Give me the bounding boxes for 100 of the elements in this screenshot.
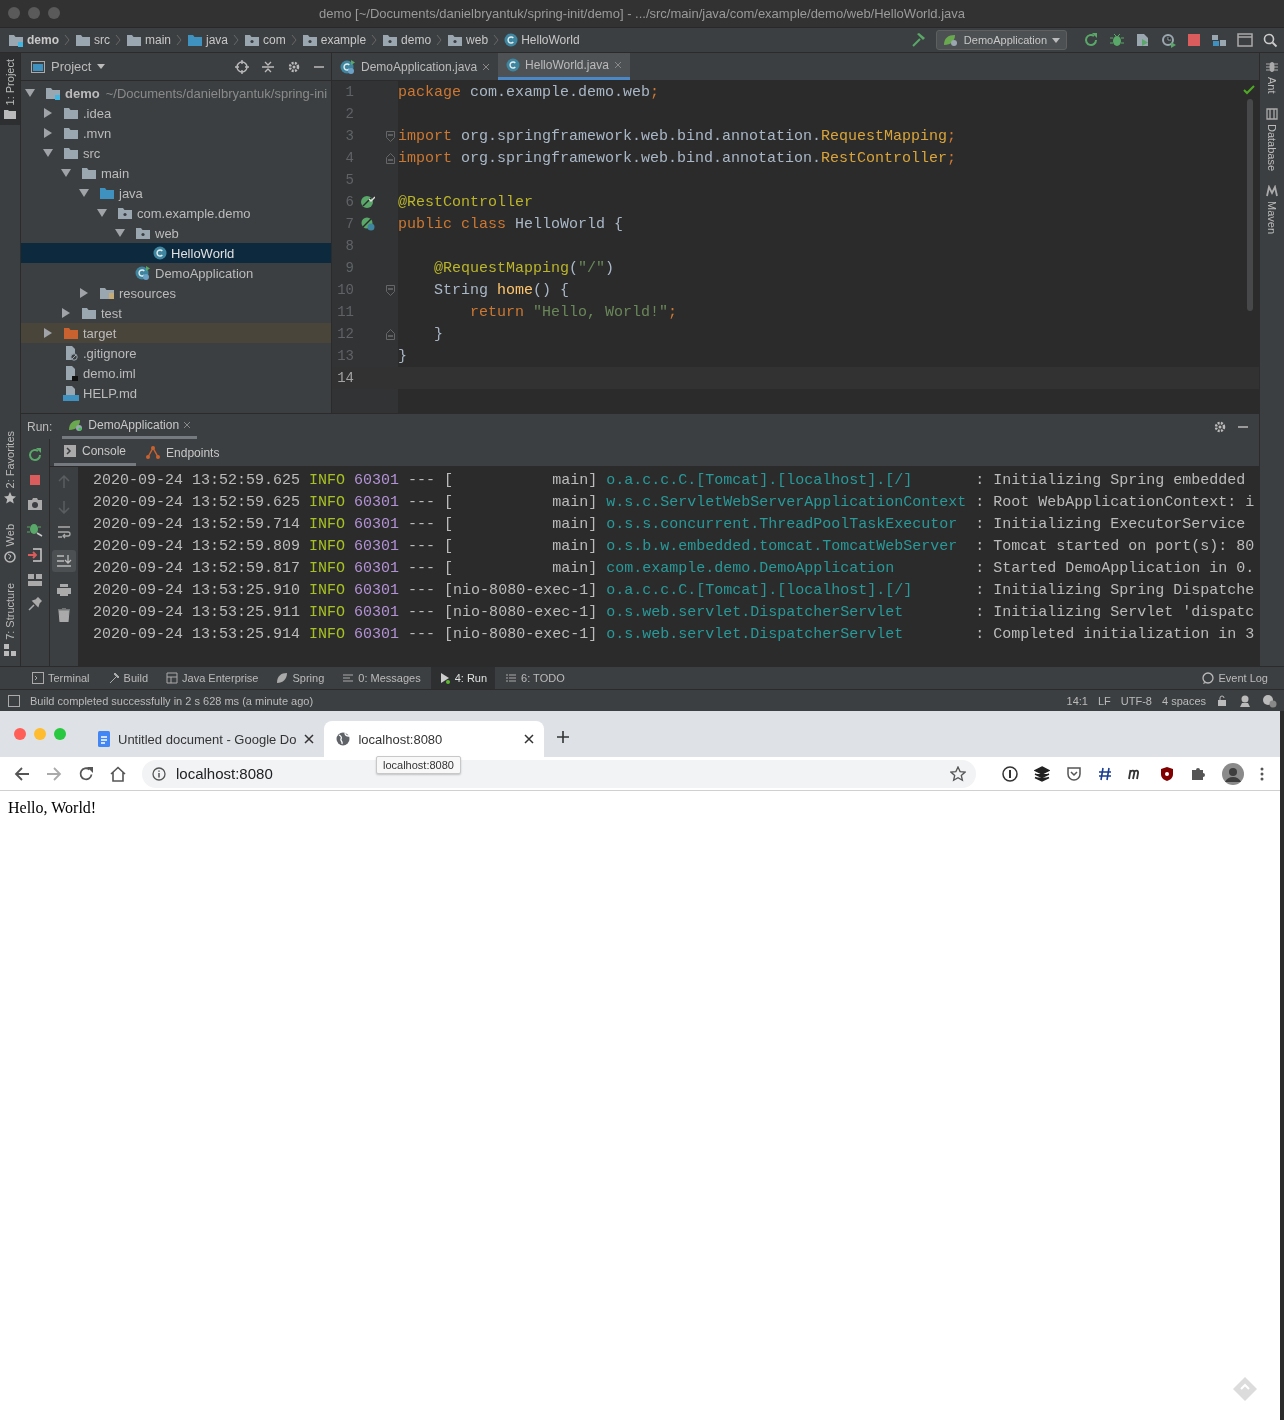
tool-window-tab[interactable]: Spring: [268, 667, 333, 689]
info-icon[interactable]: [152, 766, 166, 781]
expanded-arrow-icon[interactable]: [97, 208, 107, 218]
rerun-icon[interactable]: [27, 447, 43, 463]
tool-window-tab[interactable]: 4: Run: [430, 667, 496, 689]
fold-marker-icon[interactable]: [385, 130, 395, 142]
breadcrumb[interactable]: com: [244, 33, 286, 47]
expanded-arrow-icon[interactable]: [79, 188, 89, 198]
camera-icon[interactable]: [27, 497, 43, 511]
breadcrumb[interactable]: main: [126, 33, 172, 47]
reload-icon[interactable]: [78, 765, 94, 782]
indent-setting[interactable]: 4 spaces: [1161, 694, 1206, 707]
lock-icon[interactable]: [1216, 694, 1228, 707]
scroll-to-end-icon[interactable]: [52, 550, 76, 572]
expanded-arrow-icon[interactable]: [25, 88, 35, 98]
notifications-icon[interactable]: [1262, 693, 1278, 708]
star-icon[interactable]: [950, 765, 966, 782]
tree-item[interactable]: .idea: [21, 103, 331, 123]
project-view-dropdown[interactable]: Project: [31, 59, 106, 74]
settings-icon[interactable]: [287, 59, 301, 74]
stop-icon[interactable]: [1187, 33, 1201, 47]
tool-window-tab[interactable]: 0: Messages: [334, 667, 429, 689]
pin-icon[interactable]: [28, 597, 42, 611]
expanded-arrow-icon[interactable]: [115, 228, 125, 238]
expanded-arrow-icon[interactable]: [43, 148, 53, 158]
breadcrumb[interactable]: HelloWorld: [504, 33, 580, 47]
tree-item[interactable]: .gitignore: [21, 343, 331, 363]
forward-icon[interactable]: [46, 765, 62, 782]
back-icon[interactable]: [14, 765, 30, 782]
coverage-icon[interactable]: [1135, 32, 1151, 48]
scrollbar[interactable]: [1247, 99, 1253, 311]
tree-item[interactable]: HelloWorld: [21, 243, 331, 263]
collapsed-arrow-icon[interactable]: [43, 108, 53, 118]
tool-window-tab[interactable]: 7: Structure: [0, 576, 20, 662]
close-window-button[interactable]: [14, 728, 26, 740]
trash-icon[interactable]: [58, 608, 70, 622]
rerun-icon[interactable]: [1083, 32, 1099, 48]
tree-item[interactable]: src: [21, 143, 331, 163]
puzzle-icon[interactable]: [1190, 765, 1206, 782]
print-icon[interactable]: [56, 583, 72, 597]
tree-item[interactable]: DemoApplication: [21, 263, 331, 283]
tree-item[interactable]: .mvn: [21, 123, 331, 143]
avatar[interactable]: [1222, 762, 1244, 785]
panel-toggle-icon[interactable]: [8, 694, 20, 707]
project-structure-icon[interactable]: [1211, 32, 1227, 48]
run-configuration-dropdown[interactable]: DemoApplication: [935, 30, 1067, 50]
breadcrumb[interactable]: demo: [382, 33, 432, 47]
tree-item[interactable]: demo.iml: [21, 363, 331, 383]
locate-icon[interactable]: [235, 59, 249, 74]
collapsed-arrow-icon[interactable]: [61, 308, 71, 318]
editor-tab[interactable]: HelloWorld.java: [498, 53, 630, 80]
bean-icon[interactable]: [361, 217, 375, 231]
shield-icon[interactable]: [1160, 765, 1174, 782]
tool-window-tab[interactable]: Web: [0, 518, 20, 569]
pocket-icon[interactable]: [1066, 765, 1082, 782]
tree-item[interactable]: web: [21, 223, 331, 243]
tool-window-tab[interactable]: Build: [99, 667, 157, 689]
expanded-arrow-icon[interactable]: [61, 168, 71, 178]
fold-marker-icon[interactable]: [385, 328, 395, 340]
close-icon[interactable]: [524, 734, 535, 744]
collapsed-arrow-icon[interactable]: [79, 288, 89, 298]
hashtag-icon[interactable]: [1098, 766, 1112, 781]
tool-window-tab[interactable]: 2: Favorites: [0, 425, 20, 511]
tree-item[interactable]: java: [21, 183, 331, 203]
bug-icon[interactable]: [1109, 32, 1125, 48]
tool-window-tab[interactable]: 6: TODO: [497, 667, 573, 689]
tree-item[interactable]: test: [21, 303, 331, 323]
tool-window-tab[interactable]: Database: [1266, 107, 1278, 171]
home-icon[interactable]: [110, 765, 126, 782]
fold-marker-icon[interactable]: [385, 284, 395, 296]
close-icon[interactable]: [304, 734, 315, 744]
search-icon[interactable]: [1263, 32, 1278, 48]
editor-tab[interactable]: DemoApplication.java: [332, 53, 499, 80]
breadcrumb[interactable]: web: [447, 33, 489, 47]
layout-icon[interactable]: [27, 573, 43, 587]
tool-window-tab[interactable]: Terminal: [24, 667, 98, 689]
window-icon[interactable]: [1237, 33, 1253, 47]
tool-window-tab[interactable]: Ant: [1266, 61, 1278, 94]
bean-icon[interactable]: [361, 195, 375, 209]
tree-item[interactable]: target: [21, 323, 331, 343]
soft-wrap-icon[interactable]: [57, 525, 71, 539]
tree-item[interactable]: main: [21, 163, 331, 183]
tree-item[interactable]: HELP.md: [21, 383, 331, 403]
exit-icon[interactable]: [27, 547, 43, 563]
line-separator[interactable]: LF: [1097, 694, 1111, 707]
tool-window-tab[interactable]: 1: Project: [0, 53, 20, 126]
collapsed-arrow-icon[interactable]: [43, 128, 53, 138]
menu-icon[interactable]: [1260, 766, 1264, 781]
breadcrumb[interactable]: example: [301, 33, 367, 47]
layers-icon[interactable]: [1034, 765, 1050, 782]
tree-item[interactable]: com.example.demo: [21, 203, 331, 223]
tree-item[interactable]: resources: [21, 283, 331, 303]
inspector-icon[interactable]: [1238, 693, 1252, 708]
browser-tab[interactable]: localhost:8080: [324, 721, 545, 757]
fold-marker-icon[interactable]: [385, 152, 395, 164]
new-tab-icon[interactable]: [556, 730, 571, 744]
profiler-icon[interactable]: [1161, 32, 1177, 48]
bug-icon[interactable]: [27, 521, 43, 537]
password-icon[interactable]: [1002, 765, 1018, 782]
settings-icon[interactable]: [1213, 419, 1227, 434]
